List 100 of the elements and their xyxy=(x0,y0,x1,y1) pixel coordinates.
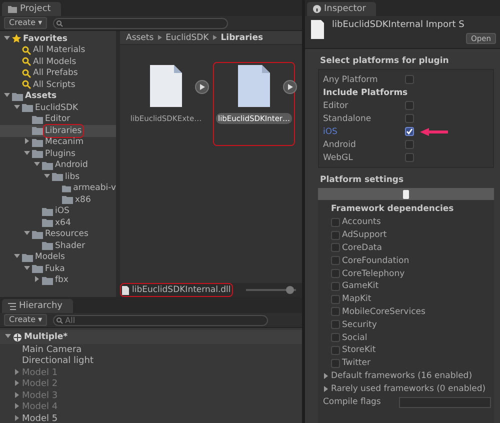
checkbox[interactable] xyxy=(331,256,340,266)
tree-item[interactable]: Shader xyxy=(0,240,116,252)
phone-icon xyxy=(403,190,409,198)
checkbox[interactable] xyxy=(331,282,340,291)
tree-item[interactable]: Mecanim xyxy=(0,136,116,148)
search-icon xyxy=(56,316,64,324)
checkbox[interactable] xyxy=(331,333,340,342)
tree-item[interactable]: libs xyxy=(0,171,116,182)
checkbox-label: Accounts xyxy=(342,217,382,228)
collapsed-arrow-icon[interactable] xyxy=(24,138,30,144)
collapsed-arrow-icon[interactable] xyxy=(34,276,40,282)
folder-icon xyxy=(52,172,63,182)
search-icon xyxy=(22,46,31,55)
create-button[interactable]: Create ▾ xyxy=(4,314,48,326)
search-icon xyxy=(56,20,64,26)
chevron-icon xyxy=(158,35,162,40)
tree-item[interactable]: x64 xyxy=(0,217,116,228)
checkbox[interactable] xyxy=(405,75,414,84)
platform-tab[interactable] xyxy=(318,188,494,200)
star-icon xyxy=(12,34,21,44)
checkbox[interactable] xyxy=(405,101,414,110)
foldout[interactable]: Rarely used frameworks (0 enabled) xyxy=(323,382,494,396)
slider-thumb[interactable] xyxy=(286,286,294,294)
tree-item[interactable]: Resources xyxy=(0,228,116,240)
tree-item[interactable]: fbx xyxy=(0,274,116,286)
checkbox[interactable] xyxy=(331,230,340,240)
checkbox[interactable] xyxy=(405,127,414,136)
checkbox-label: CoreData xyxy=(342,242,383,253)
checkbox[interactable] xyxy=(405,140,414,149)
tree-item[interactable]: Assets xyxy=(0,90,116,102)
checkbox[interactable] xyxy=(331,358,340,368)
section-heading: Select platforms for plugin xyxy=(319,55,450,68)
platform-label[interactable]: Standalone xyxy=(323,114,405,124)
checkbox-label: AdSupport xyxy=(342,230,388,240)
search-field[interactable]: All xyxy=(53,314,268,326)
folder-icon xyxy=(32,126,43,136)
play-icon[interactable] xyxy=(283,80,297,94)
tree-item[interactable]: x86 xyxy=(0,194,116,206)
checkbox[interactable] xyxy=(331,294,340,304)
section-heading: Platform settings xyxy=(319,174,405,187)
tree-item[interactable]: Plugins xyxy=(0,148,116,160)
checkbox[interactable] xyxy=(331,320,340,330)
scene-icon xyxy=(13,332,22,342)
breadcrumb-item[interactable]: Assets xyxy=(126,32,154,42)
checkbox-label: MobileCoreServices xyxy=(342,306,426,317)
info-icon xyxy=(313,5,321,13)
checkbox[interactable] xyxy=(405,153,414,162)
checkbox[interactable] xyxy=(405,114,414,123)
project-tab[interactable]: Project xyxy=(2,2,61,16)
checkbox[interactable] xyxy=(331,269,340,278)
tree-item[interactable]: Libraries xyxy=(0,125,116,136)
tree-item[interactable]: Editor xyxy=(0,114,116,125)
breadcrumb-item[interactable]: Libraries xyxy=(220,32,264,42)
tree-item[interactable]: All Scripts xyxy=(0,79,116,90)
file-icon xyxy=(122,286,129,294)
checkbox-label: MapKit xyxy=(342,294,372,304)
tree-item[interactable]: All Models xyxy=(0,56,116,68)
tree-item[interactable]: Favorites xyxy=(0,33,116,44)
tree-item[interactable]: Android xyxy=(0,160,116,171)
folder-icon xyxy=(22,252,33,262)
folder-icon xyxy=(32,149,43,158)
hierarchy-item[interactable]: Model 5 xyxy=(0,413,302,423)
tree-item[interactable]: All Materials xyxy=(0,44,116,56)
checkbox-label: Security xyxy=(342,320,378,330)
expanded-arrow-icon[interactable] xyxy=(4,34,10,41)
hierarchy-tab[interactable]: Hierarchy xyxy=(2,299,73,313)
platform-label[interactable]: iOS xyxy=(323,126,405,136)
play-icon[interactable] xyxy=(195,80,209,94)
platform-label[interactable]: Android xyxy=(323,140,405,150)
folder-icon xyxy=(42,160,53,170)
platform-label[interactable]: WebGL xyxy=(323,152,405,162)
folder-icon xyxy=(32,264,43,274)
expanded-arrow-icon[interactable] xyxy=(4,333,10,339)
chevron-icon xyxy=(212,35,217,40)
file-icon xyxy=(238,65,270,107)
tree-item[interactable]: EuclidSDK xyxy=(0,102,116,114)
tree-item[interactable]: armeabi-v xyxy=(0,182,116,194)
search-field[interactable] xyxy=(53,18,228,28)
expanded-arrow-icon[interactable] xyxy=(24,230,30,236)
create-button[interactable]: Create ▾ xyxy=(4,17,48,29)
hierarchy-item[interactable]: Main Camera xyxy=(0,344,302,356)
checkbox[interactable] xyxy=(331,307,340,316)
inspector-tab[interactable]: Inspector xyxy=(307,2,376,16)
hierarchy-item[interactable]: Directional light xyxy=(0,356,302,367)
checkbox[interactable] xyxy=(331,218,340,227)
checkbox[interactable] xyxy=(331,243,340,252)
checkbox-label: GameKit xyxy=(342,281,380,292)
tree-item[interactable]: iOS xyxy=(0,206,116,217)
breadcrumb-item[interactable]: EuclidSDK xyxy=(166,32,209,42)
compile-flags-field[interactable] xyxy=(399,396,491,408)
platform-label[interactable]: Editor xyxy=(323,100,405,110)
checkbox-label: Twitter xyxy=(342,358,372,368)
tree-item[interactable]: Models xyxy=(0,252,116,263)
foldout[interactable]: Default frameworks (16 enabled) xyxy=(323,370,494,382)
tree-item[interactable]: Fuka xyxy=(0,263,116,274)
tree-item[interactable]: All Prefabs xyxy=(0,68,116,79)
checkbox-label: StoreKit xyxy=(342,345,377,356)
scene-name[interactable]: Multiple* xyxy=(24,332,68,342)
checkbox[interactable] xyxy=(331,346,340,355)
folder-icon xyxy=(42,241,53,250)
